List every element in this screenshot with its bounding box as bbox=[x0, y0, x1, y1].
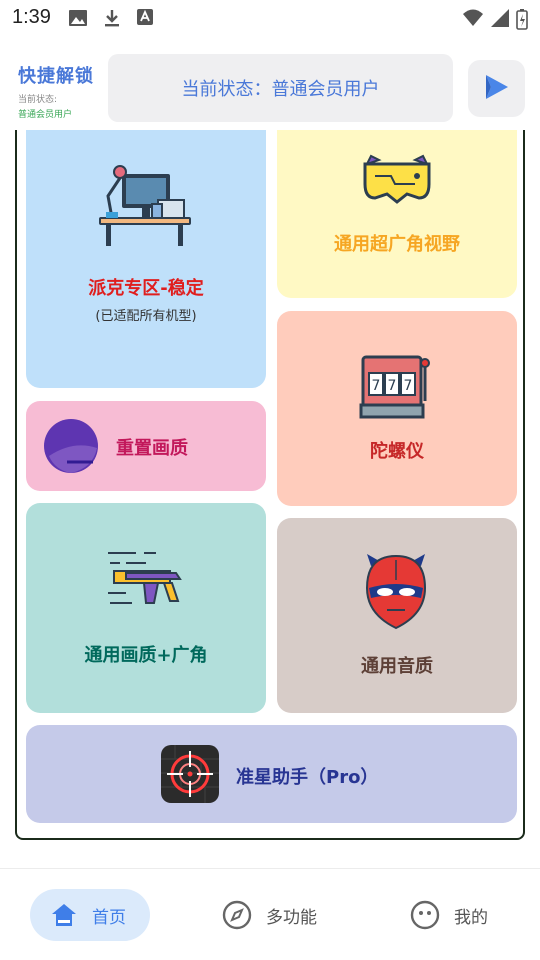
bottom-nav: 首页 多功能 我的 bbox=[0, 868, 540, 960]
svg-text:7: 7 bbox=[388, 378, 397, 394]
crosshair-target-icon bbox=[161, 745, 219, 807]
blaster-gun-icon bbox=[106, 549, 186, 613]
card-gyroscope[interactable]: 7 7 7 陀螺仪 bbox=[277, 311, 517, 506]
gyroscope-title: 陀螺仪 bbox=[370, 441, 424, 462]
brand-status-value: 普通会员用户 bbox=[18, 110, 73, 120]
nav-multi-label: 多功能 bbox=[266, 907, 317, 928]
download-notification-icon bbox=[102, 8, 122, 32]
vr-goggles-icon bbox=[361, 154, 433, 214]
home-icon bbox=[50, 902, 78, 928]
crosshair-title: 准星助手（Pro） bbox=[236, 767, 379, 788]
play-button[interactable] bbox=[468, 60, 525, 117]
reset-quality-title: 重置画质 bbox=[116, 438, 188, 459]
status-time: 1:39 bbox=[12, 6, 51, 28]
nav-home-label: 首页 bbox=[92, 907, 126, 928]
signal-icon bbox=[490, 8, 510, 32]
brand-title: 快捷解锁 bbox=[18, 66, 94, 87]
battery-icon bbox=[516, 8, 528, 34]
quality-wide-title: 通用画质+广角 bbox=[84, 645, 208, 666]
audio-title: 通用音质 bbox=[361, 656, 433, 677]
card-pubg-zone[interactable]: 派克专区-稳定 (已适配所有机型) bbox=[26, 130, 266, 388]
card-quality-wide[interactable]: 通用画质+广角 bbox=[26, 503, 266, 713]
hero-mask-icon bbox=[363, 552, 429, 634]
feature-grid: 派克专区-稳定 (已适配所有机型) 通用超广角视野 重置画质 7 7 7 陀螺仪… bbox=[15, 130, 525, 840]
svg-text:7: 7 bbox=[372, 378, 381, 394]
desk-computer-icon bbox=[98, 160, 194, 254]
image-notification-icon bbox=[68, 8, 88, 32]
nav-home[interactable]: 首页 bbox=[30, 889, 150, 941]
card-wide-view[interactable]: 通用超广角视野 bbox=[277, 130, 517, 298]
nav-mine[interactable]: 我的 bbox=[410, 889, 488, 941]
nav-mine-label: 我的 bbox=[454, 907, 488, 928]
nav-multi-function[interactable]: 多功能 bbox=[222, 889, 317, 941]
brand-block: 快捷解锁 当前状态: 普通会员用户 bbox=[18, 62, 94, 120]
app-notification-icon bbox=[136, 8, 154, 30]
compass-icon bbox=[222, 900, 252, 930]
brand-status-label: 当前状态: bbox=[18, 95, 58, 105]
play-arrow-icon bbox=[484, 73, 510, 105]
pubg-zone-subtitle: (已适配所有机型) bbox=[95, 309, 197, 324]
status-bar: 1:39 bbox=[0, 0, 540, 36]
card-reset-quality[interactable]: 重置画质 bbox=[26, 401, 266, 491]
membership-status-text: 当前状态：普通会员用户 bbox=[181, 79, 380, 100]
svg-text:7: 7 bbox=[404, 378, 413, 394]
membership-status-box[interactable]: 当前状态：普通会员用户 bbox=[108, 54, 453, 122]
card-audio[interactable]: 通用音质 bbox=[277, 518, 517, 713]
pubg-zone-title: 派克专区-稳定 bbox=[88, 278, 204, 299]
reset-circle-icon bbox=[43, 418, 99, 478]
card-crosshair-pro[interactable]: 准星助手（Pro） bbox=[26, 725, 517, 823]
wifi-icon bbox=[462, 8, 484, 32]
face-icon bbox=[410, 900, 440, 930]
app-header: 快捷解锁 当前状态: 普通会员用户 当前状态：普通会员用户 bbox=[0, 50, 540, 130]
slot-machine-icon: 7 7 7 bbox=[359, 355, 435, 425]
wide-view-title: 通用超广角视野 bbox=[334, 234, 460, 255]
